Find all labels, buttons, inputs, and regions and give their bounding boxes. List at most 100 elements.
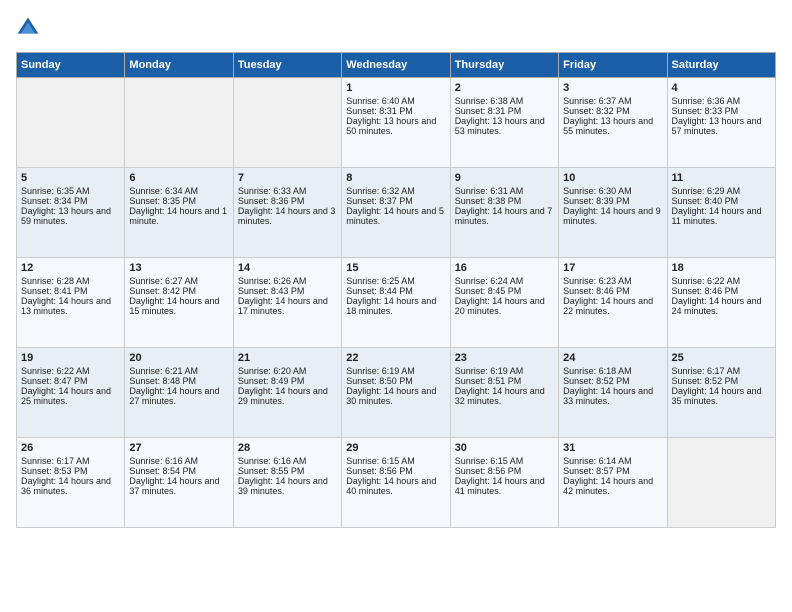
sunset-text: Sunset: 8:31 PM xyxy=(455,106,522,116)
daylight-text: Daylight: 14 hours and 9 minutes. xyxy=(563,206,661,226)
sunset-text: Sunset: 8:56 PM xyxy=(455,466,522,476)
calendar-body: 1 Sunrise: 6:40 AM Sunset: 8:31 PM Dayli… xyxy=(17,78,776,528)
calendar-cell: 1 Sunrise: 6:40 AM Sunset: 8:31 PM Dayli… xyxy=(342,78,450,168)
calendar-cell: 26 Sunrise: 6:17 AM Sunset: 8:53 PM Dayl… xyxy=(17,438,125,528)
day-number: 5 xyxy=(21,172,120,184)
sunrise-text: Sunrise: 6:33 AM xyxy=(238,186,307,196)
sunset-text: Sunset: 8:57 PM xyxy=(563,466,630,476)
sunrise-text: Sunrise: 6:20 AM xyxy=(238,366,307,376)
calendar-cell xyxy=(667,438,775,528)
sunrise-text: Sunrise: 6:27 AM xyxy=(129,276,198,286)
sunrise-text: Sunrise: 6:31 AM xyxy=(455,186,524,196)
sunrise-text: Sunrise: 6:32 AM xyxy=(346,186,415,196)
sunrise-text: Sunrise: 6:15 AM xyxy=(455,456,524,466)
sunrise-text: Sunrise: 6:23 AM xyxy=(563,276,632,286)
calendar-cell: 19 Sunrise: 6:22 AM Sunset: 8:47 PM Dayl… xyxy=(17,348,125,438)
sunset-text: Sunset: 8:33 PM xyxy=(672,106,739,116)
calendar-cell: 20 Sunrise: 6:21 AM Sunset: 8:48 PM Dayl… xyxy=(125,348,233,438)
calendar-cell: 11 Sunrise: 6:29 AM Sunset: 8:40 PM Dayl… xyxy=(667,168,775,258)
calendar-cell: 14 Sunrise: 6:26 AM Sunset: 8:43 PM Dayl… xyxy=(233,258,341,348)
sunset-text: Sunset: 8:41 PM xyxy=(21,286,88,296)
sunrise-text: Sunrise: 6:38 AM xyxy=(455,96,524,106)
calendar-cell: 31 Sunrise: 6:14 AM Sunset: 8:57 PM Dayl… xyxy=(559,438,667,528)
daylight-text: Daylight: 13 hours and 59 minutes. xyxy=(21,206,111,226)
day-number: 14 xyxy=(238,262,337,274)
header-row: SundayMondayTuesdayWednesdayThursdayFrid… xyxy=(17,53,776,78)
sunrise-text: Sunrise: 6:17 AM xyxy=(21,456,90,466)
day-number: 11 xyxy=(672,172,771,184)
sunrise-text: Sunrise: 6:24 AM xyxy=(455,276,524,286)
calendar-cell: 27 Sunrise: 6:16 AM Sunset: 8:54 PM Dayl… xyxy=(125,438,233,528)
sunset-text: Sunset: 8:47 PM xyxy=(21,376,88,386)
daylight-text: Daylight: 14 hours and 32 minutes. xyxy=(455,386,545,406)
sunset-text: Sunset: 8:55 PM xyxy=(238,466,305,476)
daylight-text: Daylight: 14 hours and 24 minutes. xyxy=(672,296,762,316)
calendar-cell xyxy=(17,78,125,168)
sunset-text: Sunset: 8:46 PM xyxy=(563,286,630,296)
daylight-text: Daylight: 14 hours and 37 minutes. xyxy=(129,476,219,496)
day-number: 25 xyxy=(672,352,771,364)
day-number: 22 xyxy=(346,352,445,364)
daylight-text: Daylight: 14 hours and 22 minutes. xyxy=(563,296,653,316)
sunset-text: Sunset: 8:37 PM xyxy=(346,196,413,206)
calendar-cell: 2 Sunrise: 6:38 AM Sunset: 8:31 PM Dayli… xyxy=(450,78,558,168)
day-number: 9 xyxy=(455,172,554,184)
sunset-text: Sunset: 8:48 PM xyxy=(129,376,196,386)
sunrise-text: Sunrise: 6:22 AM xyxy=(21,366,90,376)
week-row-0: 1 Sunrise: 6:40 AM Sunset: 8:31 PM Dayli… xyxy=(17,78,776,168)
day-number: 10 xyxy=(563,172,662,184)
sunset-text: Sunset: 8:36 PM xyxy=(238,196,305,206)
day-number: 17 xyxy=(563,262,662,274)
calendar-cell: 6 Sunrise: 6:34 AM Sunset: 8:35 PM Dayli… xyxy=(125,168,233,258)
sunset-text: Sunset: 8:45 PM xyxy=(455,286,522,296)
calendar-cell xyxy=(233,78,341,168)
day-number: 29 xyxy=(346,442,445,454)
calendar-cell: 4 Sunrise: 6:36 AM Sunset: 8:33 PM Dayli… xyxy=(667,78,775,168)
daylight-text: Daylight: 14 hours and 33 minutes. xyxy=(563,386,653,406)
day-number: 30 xyxy=(455,442,554,454)
daylight-text: Daylight: 14 hours and 7 minutes. xyxy=(455,206,553,226)
day-number: 13 xyxy=(129,262,228,274)
calendar-cell: 17 Sunrise: 6:23 AM Sunset: 8:46 PM Dayl… xyxy=(559,258,667,348)
sunrise-text: Sunrise: 6:30 AM xyxy=(563,186,632,196)
sunset-text: Sunset: 8:49 PM xyxy=(238,376,305,386)
sunset-text: Sunset: 8:50 PM xyxy=(346,376,413,386)
daylight-text: Daylight: 14 hours and 13 minutes. xyxy=(21,296,111,316)
sunrise-text: Sunrise: 6:25 AM xyxy=(346,276,415,286)
daylight-text: Daylight: 14 hours and 40 minutes. xyxy=(346,476,436,496)
sunrise-text: Sunrise: 6:16 AM xyxy=(238,456,307,466)
sunset-text: Sunset: 8:34 PM xyxy=(21,196,88,206)
daylight-text: Daylight: 13 hours and 57 minutes. xyxy=(672,116,762,136)
day-number: 31 xyxy=(563,442,662,454)
daylight-text: Daylight: 14 hours and 17 minutes. xyxy=(238,296,328,316)
day-number: 23 xyxy=(455,352,554,364)
calendar-cell: 16 Sunrise: 6:24 AM Sunset: 8:45 PM Dayl… xyxy=(450,258,558,348)
day-header-wednesday: Wednesday xyxy=(342,53,450,78)
calendar-cell: 9 Sunrise: 6:31 AM Sunset: 8:38 PM Dayli… xyxy=(450,168,558,258)
sunrise-text: Sunrise: 6:19 AM xyxy=(455,366,524,376)
daylight-text: Daylight: 14 hours and 5 minutes. xyxy=(346,206,444,226)
sunset-text: Sunset: 8:56 PM xyxy=(346,466,413,476)
daylight-text: Daylight: 14 hours and 42 minutes. xyxy=(563,476,653,496)
daylight-text: Daylight: 14 hours and 30 minutes. xyxy=(346,386,436,406)
daylight-text: Daylight: 14 hours and 27 minutes. xyxy=(129,386,219,406)
calendar-cell: 5 Sunrise: 6:35 AM Sunset: 8:34 PM Dayli… xyxy=(17,168,125,258)
day-number: 27 xyxy=(129,442,228,454)
daylight-text: Daylight: 14 hours and 15 minutes. xyxy=(129,296,219,316)
daylight-text: Daylight: 14 hours and 11 minutes. xyxy=(672,206,762,226)
calendar-cell: 25 Sunrise: 6:17 AM Sunset: 8:52 PM Dayl… xyxy=(667,348,775,438)
daylight-text: Daylight: 14 hours and 3 minutes. xyxy=(238,206,336,226)
calendar-cell: 10 Sunrise: 6:30 AM Sunset: 8:39 PM Dayl… xyxy=(559,168,667,258)
day-header-thursday: Thursday xyxy=(450,53,558,78)
sunrise-text: Sunrise: 6:14 AM xyxy=(563,456,632,466)
sunset-text: Sunset: 8:31 PM xyxy=(346,106,413,116)
sunset-text: Sunset: 8:52 PM xyxy=(672,376,739,386)
calendar-cell: 28 Sunrise: 6:16 AM Sunset: 8:55 PM Dayl… xyxy=(233,438,341,528)
sunrise-text: Sunrise: 6:36 AM xyxy=(672,96,741,106)
day-header-friday: Friday xyxy=(559,53,667,78)
week-row-1: 5 Sunrise: 6:35 AM Sunset: 8:34 PM Dayli… xyxy=(17,168,776,258)
sunrise-text: Sunrise: 6:26 AM xyxy=(238,276,307,286)
day-number: 26 xyxy=(21,442,120,454)
day-number: 18 xyxy=(672,262,771,274)
sunrise-text: Sunrise: 6:22 AM xyxy=(672,276,741,286)
